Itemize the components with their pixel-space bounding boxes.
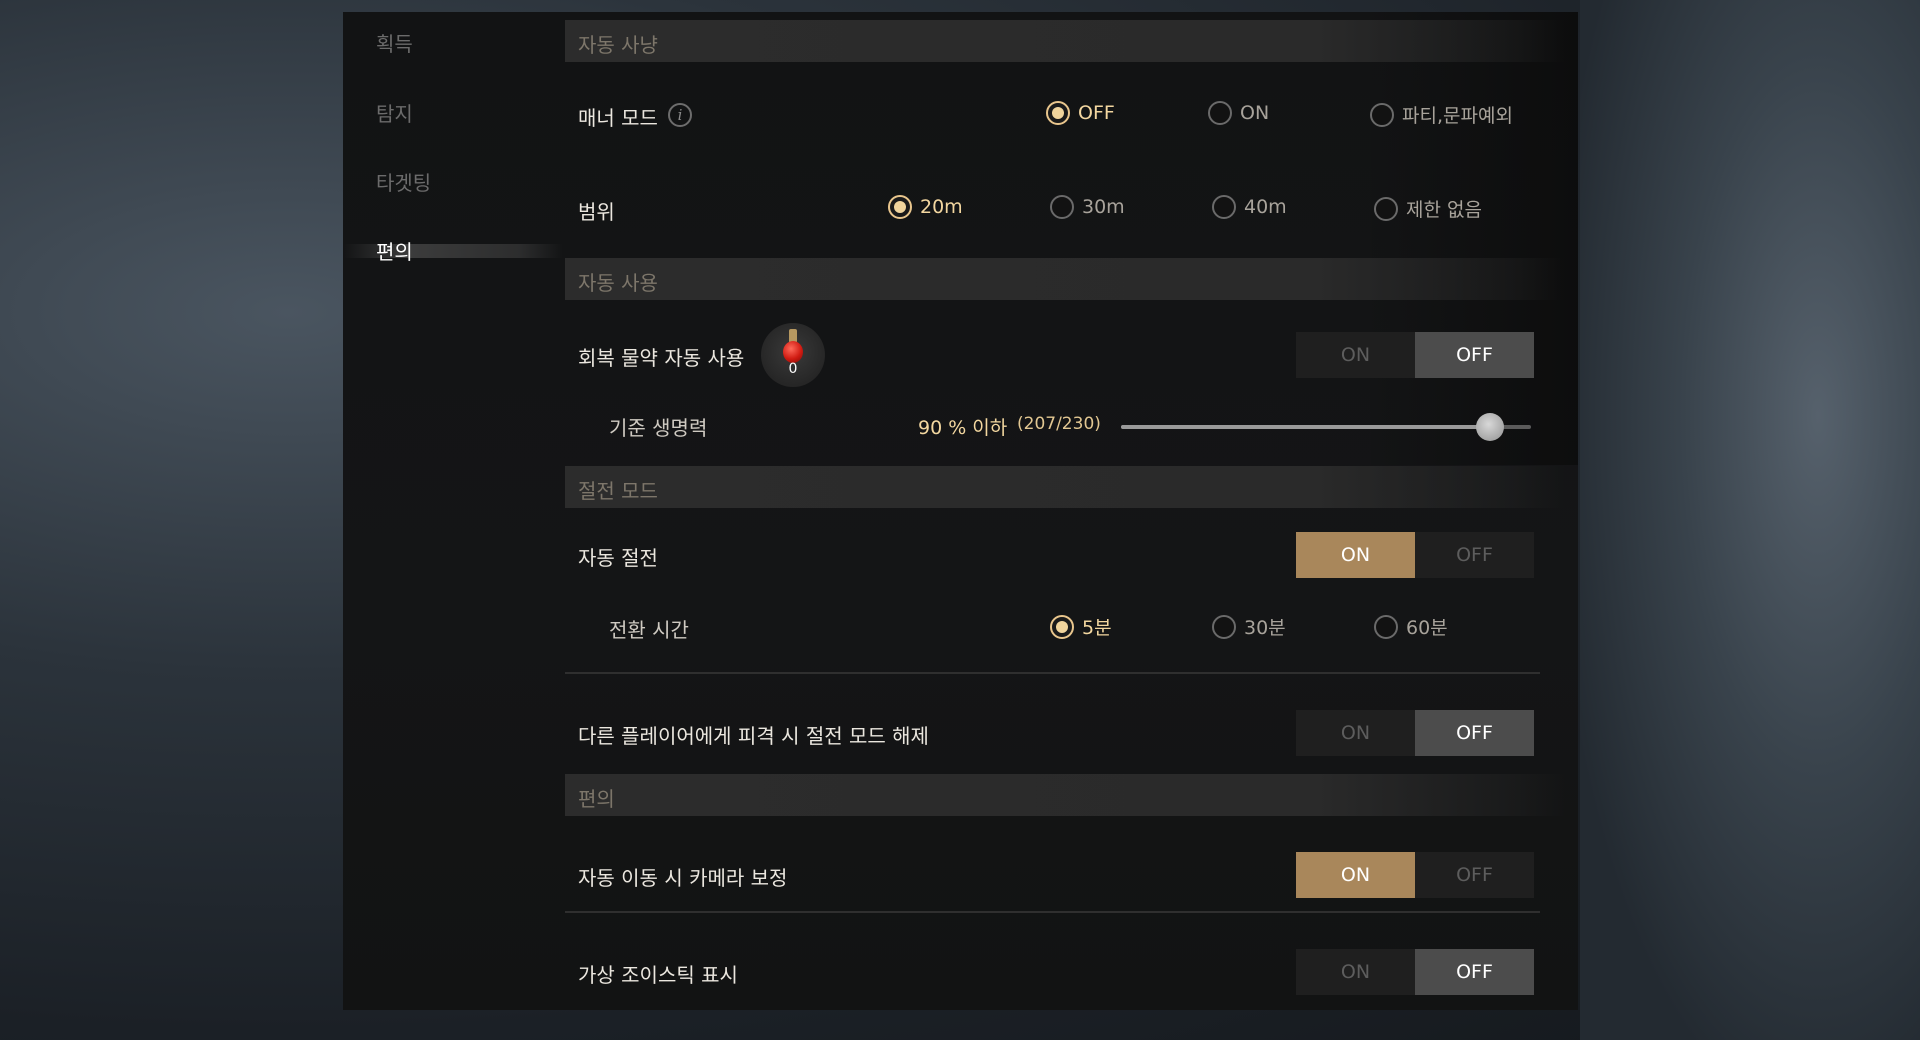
option-label: 5분 [1082, 617, 1112, 639]
radio-selected-icon [1046, 101, 1070, 125]
option-label: 제한 없음 [1406, 199, 1482, 221]
nav-item-acquire[interactable]: 획득 [376, 28, 413, 57]
section-header-auto-hunt: 자동 사냥 [565, 20, 1565, 62]
section-header-auto-use: 자동 사용 [565, 258, 1565, 300]
range-option-30m[interactable]: 30m [1050, 195, 1125, 219]
release-on-hit-toggle[interactable]: ON OFF [1296, 710, 1534, 756]
manner-mode-option-party-guild[interactable]: 파티,문파예외 [1370, 101, 1513, 128]
option-label: ON [1240, 102, 1270, 124]
toggle-off-segment[interactable]: OFF [1415, 949, 1534, 995]
nav-item-detect[interactable]: 탐지 [376, 98, 413, 127]
camera-correction-label: 자동 이동 시 카메라 보정 [578, 866, 788, 890]
slider-handle[interactable] [1476, 413, 1504, 441]
radio-selected-icon [1050, 614, 1074, 639]
option-label: OFF [1078, 102, 1115, 124]
option-label: 파티,문파예외 [1402, 105, 1513, 127]
radio-empty-icon [1212, 195, 1236, 219]
hp-threshold-detail: (207/230) [1017, 414, 1101, 434]
auto-power-save-toggle[interactable]: ON OFF [1296, 532, 1534, 578]
radio-empty-icon [1208, 101, 1232, 125]
potion-count: 0 [788, 361, 798, 377]
hp-threshold-value: 90 % 이하 [918, 417, 1008, 439]
section-title: 절전 모드 [578, 479, 658, 503]
toggle-on-segment[interactable]: ON [1296, 532, 1415, 578]
option-label: 30분 [1244, 617, 1286, 639]
divider [565, 672, 1540, 674]
radio-empty-icon [1374, 614, 1398, 639]
section-header-convenience: 편의 [565, 774, 1565, 816]
section-title: 자동 사용 [578, 271, 658, 295]
range-label: 범위 [578, 200, 615, 224]
manner-mode-option-on[interactable]: ON [1208, 101, 1269, 125]
virtual-joystick-toggle[interactable]: ON OFF [1296, 949, 1534, 995]
option-label: 20m [920, 196, 963, 218]
switch-time-option-5min[interactable]: 5분 [1050, 613, 1112, 640]
radio-empty-icon [1050, 195, 1074, 219]
toggle-on-segment[interactable]: ON [1296, 852, 1415, 898]
toggle-on-segment[interactable]: ON [1296, 710, 1415, 756]
camera-correction-toggle[interactable]: ON OFF [1296, 852, 1534, 898]
background-right [1580, 0, 1920, 1040]
radio-empty-icon [1212, 614, 1236, 639]
potion-auto-use-label: 회복 물약 자동 사용 [578, 346, 745, 370]
release-on-hit-label: 다른 플레이어에게 피격 시 절전 모드 해제 [578, 724, 929, 748]
toggle-off-segment[interactable]: OFF [1415, 852, 1534, 898]
radio-empty-icon [1374, 196, 1398, 221]
hp-threshold-slider[interactable] [1121, 413, 1531, 441]
switch-time-option-60min[interactable]: 60분 [1374, 613, 1448, 640]
range-option-40m[interactable]: 40m [1212, 195, 1287, 219]
toggle-on-segment[interactable]: ON [1296, 949, 1415, 995]
nav-item-targeting[interactable]: 타겟팅 [376, 167, 431, 196]
auto-power-save-label: 자동 절전 [578, 546, 658, 570]
option-label: 30m [1082, 196, 1125, 218]
switch-time-option-30min[interactable]: 30분 [1212, 613, 1286, 640]
radio-empty-icon [1370, 102, 1394, 127]
option-label: 60분 [1406, 617, 1448, 639]
radio-selected-icon [888, 195, 912, 219]
panel-shade [1363, 12, 1578, 465]
option-label: 40m [1244, 196, 1287, 218]
section-title: 자동 사냥 [578, 33, 658, 57]
potion-bottle [783, 341, 803, 363]
manner-mode-label: 매너 모드 [578, 106, 658, 130]
divider [565, 911, 1540, 913]
section-title: 편의 [578, 787, 615, 811]
range-option-20m[interactable]: 20m [888, 195, 963, 219]
info-icon[interactable]: i [668, 103, 692, 127]
potion-auto-use-toggle[interactable]: ON OFF [1296, 332, 1534, 378]
slider-fill [1121, 425, 1490, 429]
range-option-unlimited[interactable]: 제한 없음 [1374, 195, 1482, 222]
manner-mode-option-off[interactable]: OFF [1046, 101, 1115, 125]
potion-icon[interactable]: 0 [761, 323, 825, 387]
section-header-power-save: 절전 모드 [565, 466, 1565, 508]
settings-panel: 획득 탐지 타겟팅 편의 자동 사냥 매너 모드 i OFF ON 파티,문파예… [343, 12, 1578, 1010]
toggle-on-segment[interactable]: ON [1296, 332, 1415, 378]
virtual-joystick-label: 가상 조이스틱 표시 [578, 963, 738, 987]
nav-item-convenience[interactable]: 편의 [376, 236, 413, 265]
toggle-off-segment[interactable]: OFF [1415, 332, 1534, 378]
toggle-off-segment[interactable]: OFF [1415, 710, 1534, 756]
switch-time-label: 전환 시간 [609, 618, 689, 642]
toggle-off-segment[interactable]: OFF [1415, 532, 1534, 578]
hp-threshold-label: 기준 생명력 [609, 416, 708, 440]
